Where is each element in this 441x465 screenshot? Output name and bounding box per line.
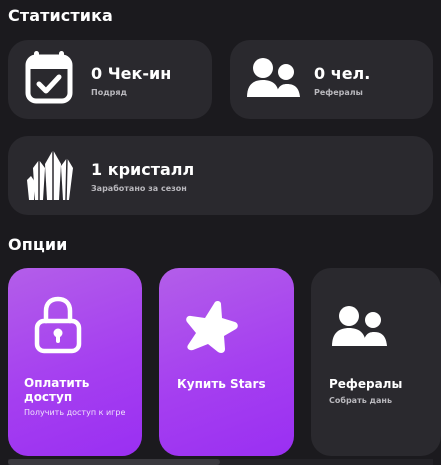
- buy-stars-button[interactable]: Купить Stars: [159, 268, 294, 456]
- star-icon: [186, 300, 238, 353]
- checkin-stat-card: 0 Чек-ин Подряд: [8, 40, 212, 119]
- referrals-option-subtitle: Собрать дань: [329, 396, 393, 405]
- crystals-label: Заработано за сезон: [91, 184, 187, 193]
- lock-icon: [34, 296, 82, 354]
- referrals-option-title: Рефералы: [329, 377, 403, 391]
- calendar-check-icon: [25, 51, 73, 104]
- crystals-value: 1 кристалл: [91, 160, 195, 179]
- crystals-stat-card: 1 кристалл Заработано за сезон: [8, 136, 433, 215]
- pay-access-subtitle: Получить доступ к игре: [24, 408, 126, 417]
- pay-access-title: Оплатить доступ: [24, 376, 90, 404]
- pay-access-button[interactable]: Оплатить доступ Получить доступ к игре: [8, 268, 142, 456]
- buy-stars-title: Купить Stars: [177, 377, 266, 391]
- crystals-icon: [27, 150, 73, 201]
- users-icon: [332, 306, 387, 346]
- referrals-stat-card: 0 чел. Рефералы: [230, 40, 433, 119]
- page: Статистика 0 Чек-ин Подряд 0 чел. Рефера…: [0, 0, 441, 465]
- statistics-heading: Статистика: [8, 6, 113, 25]
- checkin-value: 0 Чек-ин: [91, 64, 172, 83]
- checkin-label: Подряд: [91, 88, 127, 97]
- users-icon: [247, 58, 300, 97]
- referrals-label: Рефералы: [314, 88, 363, 97]
- options-scrollbar-thumb[interactable]: [8, 459, 220, 465]
- referrals-option-button[interactable]: Рефералы Собрать дань: [311, 268, 441, 456]
- referrals-value: 0 чел.: [314, 64, 371, 83]
- options-heading: Опции: [8, 235, 68, 254]
